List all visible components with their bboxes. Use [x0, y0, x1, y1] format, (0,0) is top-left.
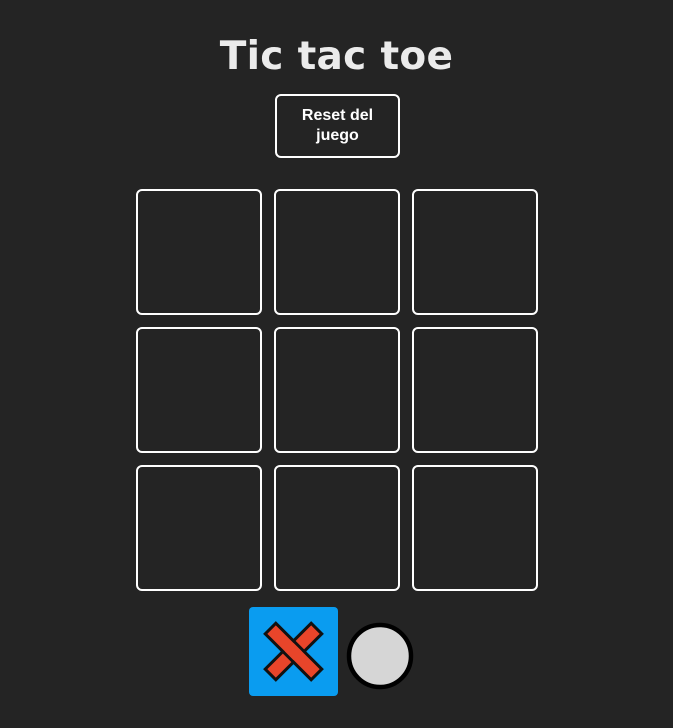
turn-x-indicator [249, 607, 338, 696]
board-cell-2[interactable] [274, 189, 400, 315]
circle-icon [346, 622, 414, 690]
reset-button[interactable]: Reset del juego [275, 94, 400, 158]
game-page: Tic tac toe Reset del juego [0, 0, 673, 728]
board-cell-6[interactable] [412, 327, 538, 453]
x-mark-icon [263, 621, 324, 682]
board-cell-3[interactable] [412, 189, 538, 315]
board-cell-1[interactable] [136, 189, 262, 315]
board-cell-7[interactable] [136, 465, 262, 591]
turn-o-indicator [346, 622, 414, 695]
game-board [136, 189, 538, 591]
page-title: Tic tac toe [219, 34, 454, 80]
board-cell-5[interactable] [274, 327, 400, 453]
board-cell-9[interactable] [412, 465, 538, 591]
board-cell-4[interactable] [136, 327, 262, 453]
board-cell-8[interactable] [274, 465, 400, 591]
